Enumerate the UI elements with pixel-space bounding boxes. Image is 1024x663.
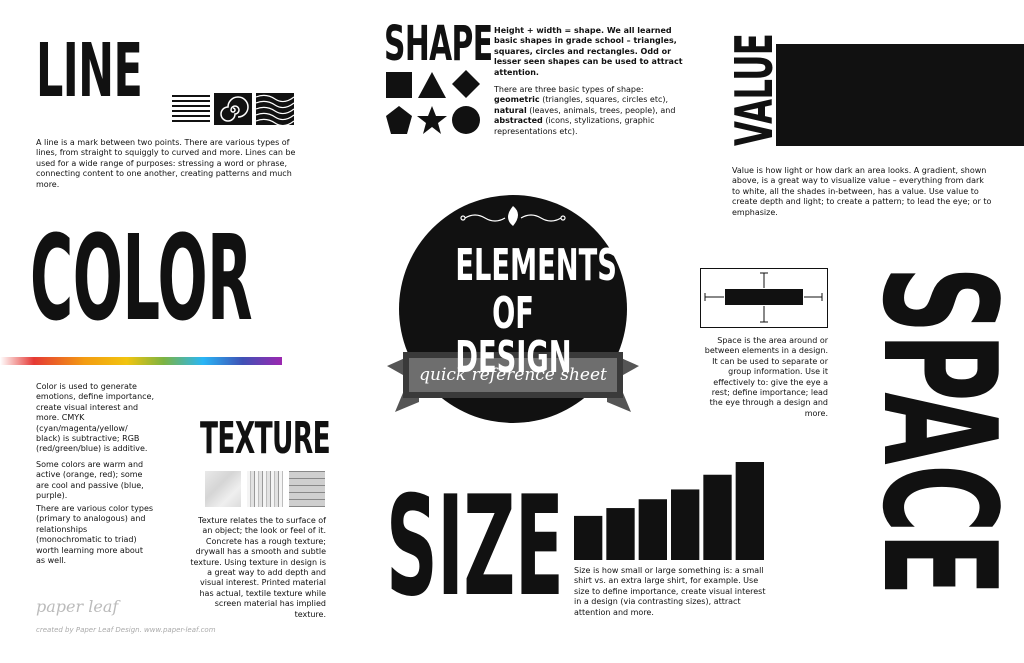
color-text-3: There are various color types (primary t… bbox=[36, 504, 154, 566]
paper-leaf-logo: paper leaf bbox=[36, 597, 119, 616]
wave-swatch bbox=[256, 93, 294, 125]
brick-texture bbox=[289, 471, 325, 507]
shape-title: SHAPE bbox=[384, 16, 493, 72]
shape-icons bbox=[386, 70, 480, 134]
lines-swatch bbox=[172, 93, 210, 125]
size-bar-5 bbox=[703, 474, 732, 560]
size-bar-1 bbox=[574, 515, 603, 560]
center-title-line-1: ELEMENTS bbox=[455, 240, 617, 291]
space-diagram-arrows bbox=[704, 272, 823, 323]
size-bar-2 bbox=[606, 508, 635, 560]
footer-credit: created by Paper Leaf Design. www.paper-… bbox=[36, 626, 216, 634]
line-text: A line is a mark between two points. The… bbox=[36, 138, 296, 189]
color-spectrum-bar bbox=[0, 357, 282, 365]
size-bar-6 bbox=[735, 462, 764, 560]
space-title: SPACE bbox=[848, 266, 1024, 596]
value-title: VALUE bbox=[725, 33, 785, 146]
shape-geometric-rest: (triangles, squares, circles etc), bbox=[539, 95, 669, 105]
color-title: COLOR bbox=[30, 209, 253, 347]
texture-title: TEXTURE bbox=[200, 413, 331, 464]
size-bar-chart bbox=[574, 462, 764, 560]
shape-text-2-intro: There are three basic types of shape: bbox=[494, 85, 644, 94]
shape-natural-rest: (leaves, animals, trees, people), and bbox=[526, 105, 676, 115]
size-title: SIZE bbox=[386, 466, 564, 627]
shape-text-2: There are three basic types of shape: ge… bbox=[494, 85, 690, 137]
texture-text: Texture relates the to surface of an obj… bbox=[190, 516, 326, 619]
color-text-1: Color is used to generate emotions, defi… bbox=[36, 382, 155, 454]
shape-natural-label: natural bbox=[494, 105, 527, 115]
space-text: Space is the area around or between elem… bbox=[704, 336, 828, 418]
spiral-swatch bbox=[214, 93, 252, 125]
value-text: Value is how light or how dark an area l… bbox=[732, 166, 992, 217]
shape-text-1: Height + width = shape. We all learned b… bbox=[494, 26, 690, 78]
texture-swatches bbox=[205, 471, 325, 507]
shape-geometric-label: geometric bbox=[494, 95, 540, 105]
drywall-texture bbox=[205, 471, 241, 507]
size-text: Size is how small or large something is:… bbox=[574, 566, 766, 617]
color-text-2: Some colors are warm and active (orange,… bbox=[36, 460, 144, 501]
shape-text-1-content: Height + width = shape. We all learned b… bbox=[494, 26, 683, 77]
size-bar-4 bbox=[671, 489, 700, 560]
size-bar-3 bbox=[638, 499, 667, 560]
line-title: LINE bbox=[36, 28, 143, 114]
banner-text: quick reference sheet bbox=[419, 365, 607, 385]
shape-abstracted-label: abstracted bbox=[494, 116, 543, 126]
value-bar bbox=[776, 44, 1024, 146]
wood-texture bbox=[247, 471, 283, 507]
line-swatches bbox=[172, 93, 296, 125]
